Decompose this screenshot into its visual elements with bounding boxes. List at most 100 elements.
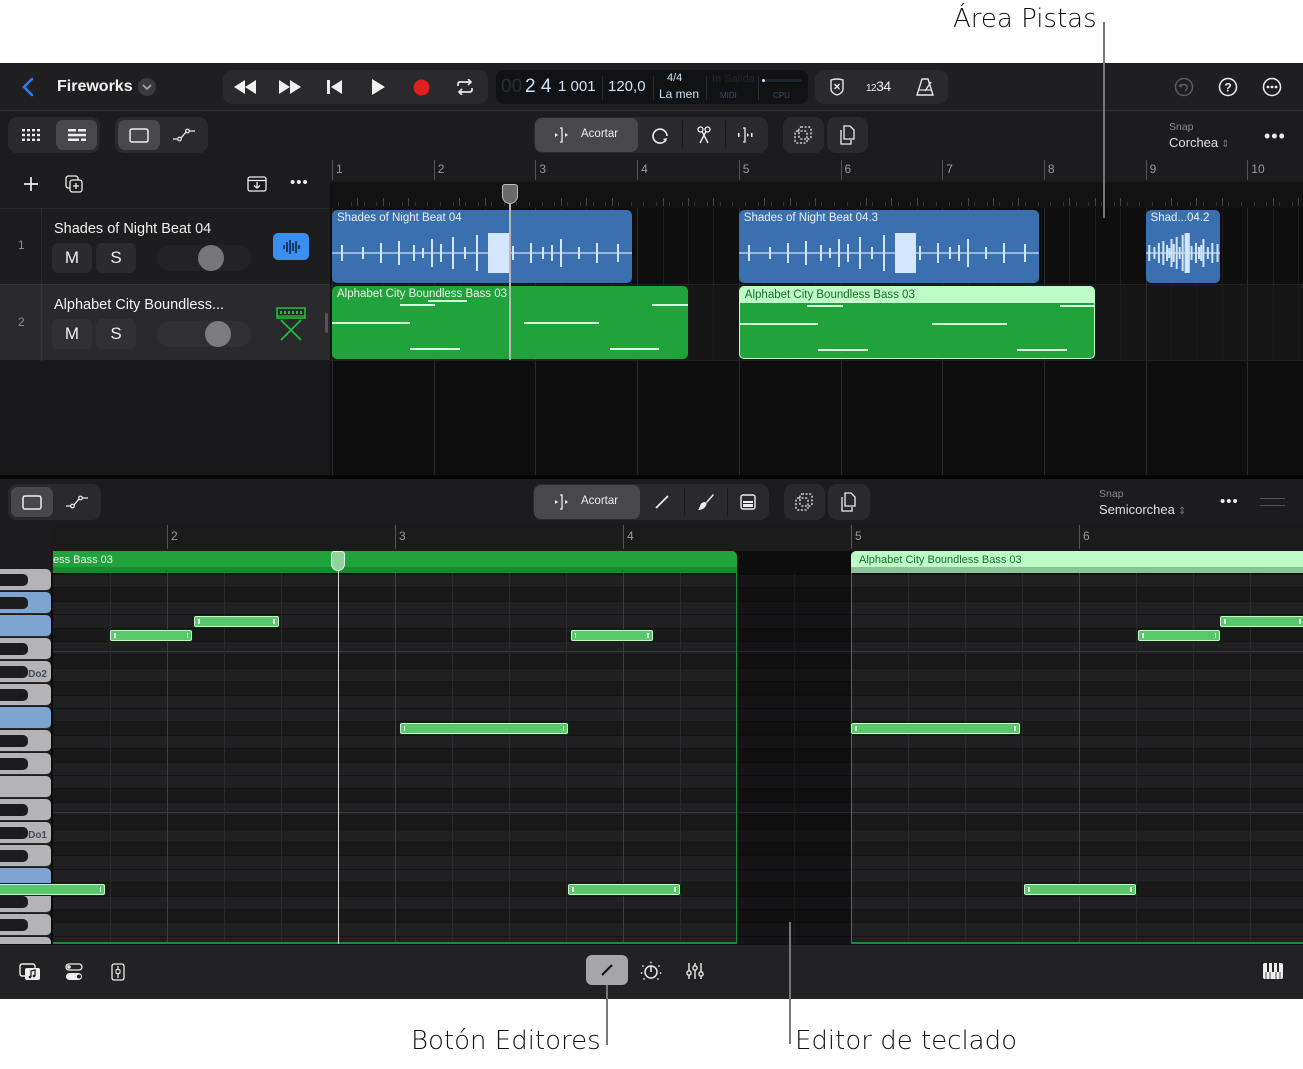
volume-knob[interactable] (204, 321, 231, 347)
tracks-more-button[interactable]: ••• (1264, 126, 1286, 147)
inspector-button[interactable] (106, 960, 130, 984)
audio-region[interactable]: Shades of Night Beat 04.3 (738, 210, 1039, 283)
trim-tool-button[interactable]: Acortar (535, 118, 638, 152)
mixer-button[interactable] (683, 959, 707, 983)
count-in-button[interactable]: 1234 (866, 78, 891, 94)
midi-note[interactable] (110, 629, 193, 641)
mute-button[interactable]: M (52, 243, 92, 273)
solo-button[interactable]: S (96, 319, 136, 349)
metronome-button[interactable] (913, 76, 937, 98)
fast-forward-button[interactable] (276, 75, 304, 99)
editor-copy-button[interactable] (784, 484, 825, 520)
midi-note[interactable] (570, 629, 653, 641)
loop-tool-button[interactable] (641, 120, 681, 150)
piano-key-black[interactable] (0, 689, 28, 702)
rewind-button[interactable] (231, 75, 259, 99)
snap-select[interactable]: Corchea ⇕ (1169, 135, 1230, 150)
piano-key-black[interactable] (0, 574, 28, 587)
live-loops-view-button[interactable] (11, 120, 51, 150)
velocity-tool-button[interactable] (729, 487, 767, 517)
track-name[interactable]: Shades of Night Beat 04 (54, 221, 211, 237)
undo-button[interactable] (1173, 76, 1195, 98)
project-title[interactable]: Fireworks (57, 78, 133, 96)
automation-mode-button[interactable] (163, 120, 205, 150)
plugins-button[interactable] (639, 959, 663, 983)
pencil-tool-button[interactable] (642, 487, 682, 517)
mute-button[interactable]: M (52, 319, 92, 349)
more-button[interactable] (1261, 76, 1283, 98)
browser-button[interactable] (18, 960, 42, 984)
solo-button[interactable]: S (96, 243, 136, 273)
track-header-1[interactable]: 1 Shades of Night Beat 04 M S (0, 208, 330, 285)
midi-note[interactable] (1024, 884, 1136, 896)
editor-playhead[interactable] (337, 551, 339, 944)
piano-key-black[interactable] (0, 597, 28, 610)
back-button[interactable] (16, 75, 40, 99)
editor-automation-button[interactable] (56, 487, 98, 517)
resize-handle[interactable] (1260, 498, 1285, 506)
piano-roll-editor[interactable]: Do2 Do1 ess Bass 03 Alphabet City Boundles… (0, 525, 1303, 944)
editor-snap-select[interactable]: Semicorchea ⇕ (1099, 502, 1186, 517)
play-button[interactable] (364, 75, 392, 99)
piano-key-black[interactable] (0, 666, 28, 679)
midi-note[interactable] (194, 616, 279, 628)
go-to-start-button[interactable] (321, 75, 349, 99)
editors-button[interactable] (586, 955, 628, 985)
editor-paste-button[interactable] (828, 484, 870, 520)
midi-note[interactable] (0, 884, 106, 896)
track-header-more-button[interactable]: ••• (290, 174, 309, 191)
import-button[interactable] (245, 172, 269, 196)
tracks-area[interactable]: Shades of Night Beat 04 Shades of Night B… (330, 160, 1303, 475)
piano-key-white[interactable] (0, 614, 51, 637)
editor-ruler[interactable] (53, 525, 1303, 551)
piano-key-white[interactable] (0, 936, 51, 944)
piano-key-black[interactable] (0, 758, 28, 771)
playhead[interactable] (509, 184, 511, 360)
track-header-2[interactable]: 2 Alphabet City Boundless... M S (0, 284, 330, 361)
paste-button[interactable] (827, 117, 868, 153)
editor-more-button[interactable]: ••• (1220, 493, 1239, 510)
volume-knob[interactable] (197, 245, 224, 271)
duplicate-track-button[interactable] (62, 172, 86, 196)
copy-region-button[interactable] (783, 117, 824, 153)
brush-tool-button[interactable] (686, 487, 726, 517)
piano-key-white[interactable] (0, 706, 51, 729)
note-select-mode-button[interactable] (11, 487, 53, 517)
join-tool-button[interactable] (727, 120, 765, 150)
help-button[interactable]: ? (1217, 76, 1239, 98)
tracks-view-button[interactable] (56, 120, 97, 150)
key-signature-button[interactable] (825, 76, 849, 98)
volume-slider[interactable] (157, 321, 251, 347)
region-select-mode-button[interactable] (118, 120, 160, 150)
lcd-display[interactable]: 00 2 4 1 001 120,0 4/4 La men In Salida … (496, 70, 808, 104)
piano-key-black[interactable] (0, 896, 28, 909)
editor-region-header-selected[interactable]: Alphabet City Boundless Bass 03 (851, 551, 1303, 573)
record-button[interactable] (407, 75, 435, 99)
midi-note[interactable] (399, 723, 569, 735)
midi-note[interactable] (851, 723, 1020, 735)
keyboard-button[interactable] (1260, 959, 1286, 983)
audio-region[interactable]: Shad...04.2 (1145, 210, 1220, 283)
piano-key-black[interactable] (0, 919, 28, 932)
piano-key-white[interactable] (0, 775, 51, 798)
midi-region[interactable]: Alphabet City Boundless Bass 03 (738, 286, 1095, 359)
piano-key-black[interactable] (0, 643, 28, 656)
playhead-handle[interactable] (501, 184, 518, 204)
editor-region-header[interactable]: ess Bass 03 (53, 551, 737, 573)
volume-slider[interactable] (157, 245, 251, 271)
midi-note[interactable] (1138, 629, 1221, 641)
cycle-button[interactable] (451, 75, 479, 99)
track-scrollbar[interactable] (325, 313, 328, 333)
midi-note[interactable] (568, 884, 680, 896)
editor-trim-tool-button[interactable]: Acortar (534, 485, 640, 519)
piano-key-black[interactable] (0, 735, 28, 748)
piano-key-black[interactable] (0, 804, 28, 817)
piano-key-black[interactable] (0, 827, 28, 840)
midi-note[interactable] (1220, 616, 1303, 628)
project-menu-button[interactable] (138, 78, 156, 96)
add-track-button[interactable] (19, 172, 43, 196)
track-name[interactable]: Alphabet City Boundless... (54, 297, 224, 313)
smart-controls-button[interactable] (62, 960, 86, 984)
piano-key-black[interactable] (0, 850, 28, 863)
audio-region[interactable]: Shades of Night Beat 04 (332, 210, 632, 283)
